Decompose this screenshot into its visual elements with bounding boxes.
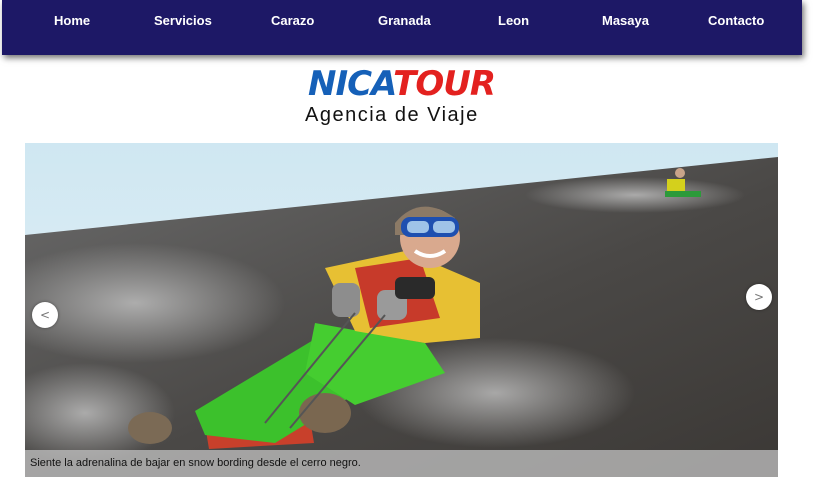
nav-item-servicios[interactable]: Servicios — [154, 13, 212, 28]
nav-item-contacto[interactable]: Contacto — [708, 13, 764, 28]
slide-caption: Siente la adrenalina de bajar en snow bo… — [30, 457, 361, 469]
site-logo[interactable]: NICATOUR Agencia de Viaje — [300, 64, 505, 130]
slide-caption-bar: Siente la adrenalina de bajar en snow bo… — [25, 450, 778, 477]
nav-item-leon[interactable]: Leon — [498, 13, 529, 28]
logo-wordmark: NICATOUR — [308, 64, 496, 104]
nav-item-granada[interactable]: Granada — [378, 13, 431, 28]
volcano-boarding-photo — [25, 143, 778, 477]
logo-word-tour: TOUR — [393, 64, 496, 104]
slider-prev-button[interactable]: < — [32, 302, 58, 328]
slider-next-button[interactable]: > — [746, 284, 772, 310]
logo-word-nica: NICA — [308, 64, 394, 104]
nav-item-home[interactable]: Home — [54, 13, 90, 28]
nav-item-carazo[interactable]: Carazo — [271, 13, 314, 28]
image-slider: < > Siente la adrenalina de bajar en sno… — [25, 143, 778, 477]
top-navbar: Home Servicios Carazo Granada Leon Masay… — [2, 0, 802, 55]
nav-item-masaya[interactable]: Masaya — [602, 13, 649, 28]
logo-tagline: Agencia de Viaje — [305, 104, 479, 126]
